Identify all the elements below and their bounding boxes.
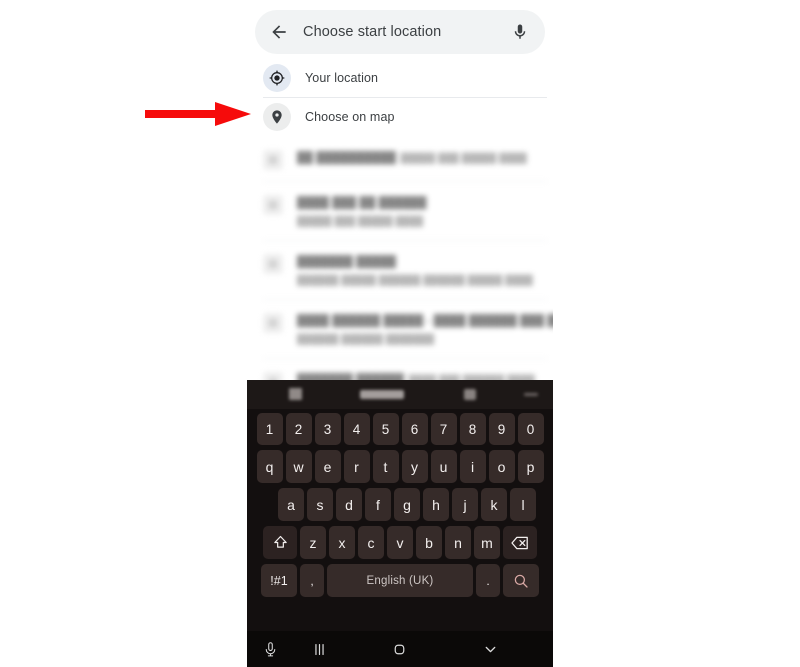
keyboard-row-numbers: 1 2 3 4 5 6 7 8 9 0	[247, 413, 553, 445]
key-9[interactable]: 9	[488, 413, 515, 445]
key-2[interactable]: 2	[285, 413, 312, 445]
list-item[interactable]: ████ ██████ █████ - ████ ██████ ███ ██ █…	[247, 299, 553, 358]
key-i[interactable]: i	[459, 450, 486, 483]
key-0[interactable]: 0	[517, 413, 544, 445]
hide-keyboard-chevron-icon[interactable]	[475, 634, 505, 664]
place-icon	[263, 195, 283, 215]
annotation-arrow	[145, 102, 251, 126]
search-title[interactable]: Choose start location	[303, 24, 509, 40]
suggestion-subtitle: ██████ ██████ ███████	[297, 334, 435, 345]
suggestion-title: ████ ███ ██ ██████	[297, 197, 427, 209]
map-pin-icon	[263, 102, 291, 131]
sticker-icon[interactable]	[289, 388, 302, 400]
recents-icon[interactable]	[304, 634, 334, 664]
key-v[interactable]: v	[387, 526, 413, 559]
option-label: Your location	[305, 70, 379, 85]
list-item[interactable]: ███████ █████ ██████ █████ ██████ ██████…	[247, 240, 553, 299]
keyboard-row-space: !#1 , English (UK) .	[247, 564, 553, 597]
phone-screen: Choose start location Your location Choo…	[247, 0, 553, 667]
settings-icon[interactable]	[464, 389, 476, 400]
system-navigation-bar	[247, 631, 553, 667]
option-your-location[interactable]: Your location	[247, 58, 553, 97]
key-3[interactable]: 3	[314, 413, 341, 445]
back-arrow-icon[interactable]	[267, 20, 291, 44]
key-1[interactable]: 1	[256, 413, 283, 445]
keyboard-row-bottom: z x c v b n m	[247, 526, 553, 559]
key-o[interactable]: o	[488, 450, 515, 483]
suggestion-title: ███████ █████	[297, 256, 397, 268]
key-m[interactable]: m	[474, 526, 500, 559]
home-icon[interactable]	[384, 634, 414, 664]
key-c[interactable]: c	[358, 526, 384, 559]
key-4[interactable]: 4	[343, 413, 370, 445]
key-y[interactable]: y	[401, 450, 428, 483]
key-q[interactable]: q	[256, 450, 283, 483]
search-bar[interactable]: Choose start location	[255, 10, 545, 54]
comma-key[interactable]: ,	[300, 564, 324, 597]
key-6[interactable]: 6	[401, 413, 428, 445]
key-t[interactable]: t	[372, 450, 399, 483]
space-key[interactable]: English (UK)	[327, 564, 473, 597]
key-w[interactable]: w	[285, 450, 312, 483]
key-n[interactable]: n	[445, 526, 471, 559]
keyboard-toolbar	[247, 380, 553, 409]
key-x[interactable]: x	[329, 526, 355, 559]
period-key[interactable]: .	[476, 564, 500, 597]
search-magnifier-icon[interactable]	[503, 564, 539, 597]
key-d[interactable]: d	[336, 488, 362, 521]
option-label: Choose on map	[305, 109, 395, 124]
list-item[interactable]: ██ ██████████ █████ ███ █████ ████	[247, 136, 553, 181]
key-8[interactable]: 8	[459, 413, 486, 445]
symbols-key[interactable]: !#1	[261, 564, 297, 597]
suggestion-title: ██ ██████████	[297, 152, 397, 164]
place-icon	[263, 313, 283, 333]
key-r[interactable]: r	[343, 450, 370, 483]
backspace-icon[interactable]	[503, 526, 537, 559]
key-u[interactable]: u	[430, 450, 457, 483]
more-handle-icon[interactable]	[524, 393, 538, 396]
keyboard-row-home: a s d f g h j k l	[247, 488, 553, 521]
key-7[interactable]: 7	[430, 413, 457, 445]
key-l[interactable]: l	[510, 488, 536, 521]
keyboard-rows: 1 2 3 4 5 6 7 8 9 0 q w e r t y u i o p …	[247, 409, 553, 597]
place-icon	[263, 254, 283, 274]
key-f[interactable]: f	[365, 488, 391, 521]
keyboard-row-top: q w e r t y u i o p	[247, 450, 553, 483]
clipboard-suggestion-chip[interactable]	[360, 390, 404, 399]
my-location-crosshair-icon	[263, 63, 291, 92]
suggestion-title: ████ ██████ █████ - ████ ██████ ███ ██	[297, 315, 553, 327]
key-g[interactable]: g	[394, 488, 420, 521]
option-choose-on-map[interactable]: Choose on map	[247, 97, 553, 136]
location-options-list: Your location Choose on map	[247, 58, 553, 136]
key-j[interactable]: j	[452, 488, 478, 521]
microphone-icon[interactable]	[509, 21, 531, 43]
key-b[interactable]: b	[416, 526, 442, 559]
on-screen-keyboard: 1 2 3 4 5 6 7 8 9 0 q w e r t y u i o p …	[247, 380, 553, 667]
key-e[interactable]: e	[314, 450, 341, 483]
place-icon	[263, 150, 283, 170]
key-a[interactable]: a	[278, 488, 304, 521]
shift-arrow-icon[interactable]	[263, 526, 297, 559]
key-s[interactable]: s	[307, 488, 333, 521]
key-p[interactable]: p	[517, 450, 544, 483]
key-h[interactable]: h	[423, 488, 449, 521]
microphone-icon[interactable]	[255, 634, 285, 664]
suggestion-subtitle: ██████ █████ ██████ ██████ █████ ████	[297, 275, 533, 286]
key-5[interactable]: 5	[372, 413, 399, 445]
key-z[interactable]: z	[300, 526, 326, 559]
key-k[interactable]: k	[481, 488, 507, 521]
suggestions-list: ██ ██████████ █████ ███ █████ ████ ████ …	[247, 136, 553, 403]
suggestion-subtitle: █████ ███ █████ ████	[400, 153, 527, 164]
suggestion-subtitle: █████ ███ █████ ████	[297, 216, 424, 227]
list-item[interactable]: ████ ███ ██ ██████ █████ ███ █████ ████	[247, 181, 553, 240]
